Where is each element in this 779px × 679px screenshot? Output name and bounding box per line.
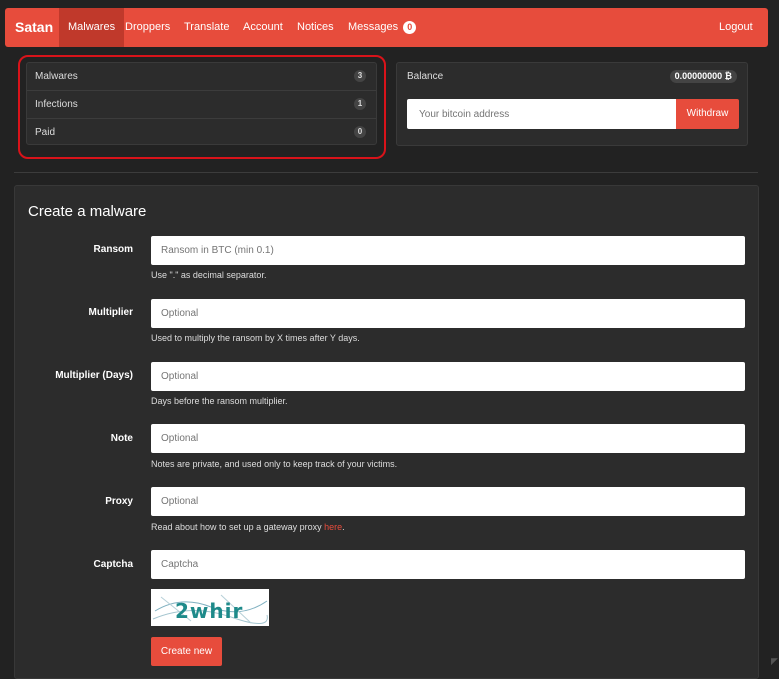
stat-count-badge: 1 — [354, 98, 366, 110]
stat-label: Malwares — [35, 71, 78, 82]
balance-panel: Balance 0.00000000 ₿ Withdraw — [396, 62, 748, 146]
captcha-image: 2whir — [151, 589, 269, 626]
note-help: Notes are private, and used only to keep… — [151, 459, 398, 469]
withdraw-button[interactable]: Withdraw — [676, 99, 739, 129]
bitcoin-address-input[interactable] — [407, 99, 676, 129]
multiplier-label: Multiplier — [88, 307, 133, 318]
messages-count-badge: 0 — [403, 20, 417, 34]
nav-notices[interactable]: Notices — [288, 8, 343, 47]
stat-label: Infections — [35, 99, 78, 110]
proxy-label: Proxy — [105, 496, 133, 507]
stat-count-badge: 3 — [354, 70, 366, 82]
captcha-label: Captcha — [93, 559, 133, 570]
note-input[interactable] — [151, 424, 745, 453]
ransom-label: Ransom — [93, 244, 133, 255]
stat-count-badge: 0 — [354, 126, 366, 138]
captcha-text: 2whir — [175, 599, 243, 623]
proxy-help-text: Read about how to set up a gateway proxy — [151, 522, 325, 532]
nav-translate[interactable]: Translate — [175, 8, 238, 47]
multiplier-days-label: Multiplier (Days) — [55, 370, 133, 381]
stat-label: Paid — [35, 127, 56, 138]
multiplier-help: Used to multiply the ransom by X times a… — [151, 333, 360, 343]
form-title: Create a malware — [28, 203, 147, 220]
balance-value-badge: 0.00000000 ₿ — [669, 70, 737, 83]
nav-logout[interactable]: Logout — [710, 8, 762, 47]
nav-messages[interactable]: Messages 0 — [339, 8, 425, 47]
ransom-help: Use "." as decimal separator. — [151, 270, 267, 280]
divider — [14, 172, 758, 173]
nav-droppers[interactable]: Droppers — [116, 8, 179, 47]
note-label: Note — [110, 433, 133, 444]
nav-account[interactable]: Account — [234, 8, 292, 47]
proxy-help-link[interactable]: here — [324, 522, 342, 532]
proxy-help-end: . — [342, 522, 345, 532]
nav-messages-label: Messages — [348, 21, 399, 33]
stat-row-infections: Infections 1 — [27, 91, 376, 119]
proxy-input[interactable] — [151, 487, 745, 516]
top-navbar: Satan Malwares Droppers Translate Accoun… — [5, 8, 768, 47]
proxy-help: Read about how to set up a gateway proxy… — [151, 522, 345, 532]
balance-label: Balance — [407, 71, 444, 82]
captcha-input[interactable] — [151, 550, 745, 579]
stat-row-malwares: Malwares 3 — [27, 63, 376, 91]
ransom-input[interactable] — [151, 236, 745, 265]
nav-malwares[interactable]: Malwares — [59, 8, 125, 47]
stats-panel: Malwares 3 Infections 1 Paid 0 — [26, 62, 377, 145]
resize-corner-icon: ◤ — [771, 656, 778, 666]
multiplier-input[interactable] — [151, 299, 745, 328]
stat-row-paid: Paid 0 — [27, 119, 376, 147]
create-new-button[interactable]: Create new — [151, 637, 222, 666]
brand-logo[interactable]: Satan — [15, 19, 53, 35]
multiplier-days-help: Days before the ransom multiplier. — [151, 396, 288, 406]
create-malware-form: Create a malware Ransom Use "." as decim… — [14, 185, 759, 679]
multiplier-days-input[interactable] — [151, 362, 745, 391]
